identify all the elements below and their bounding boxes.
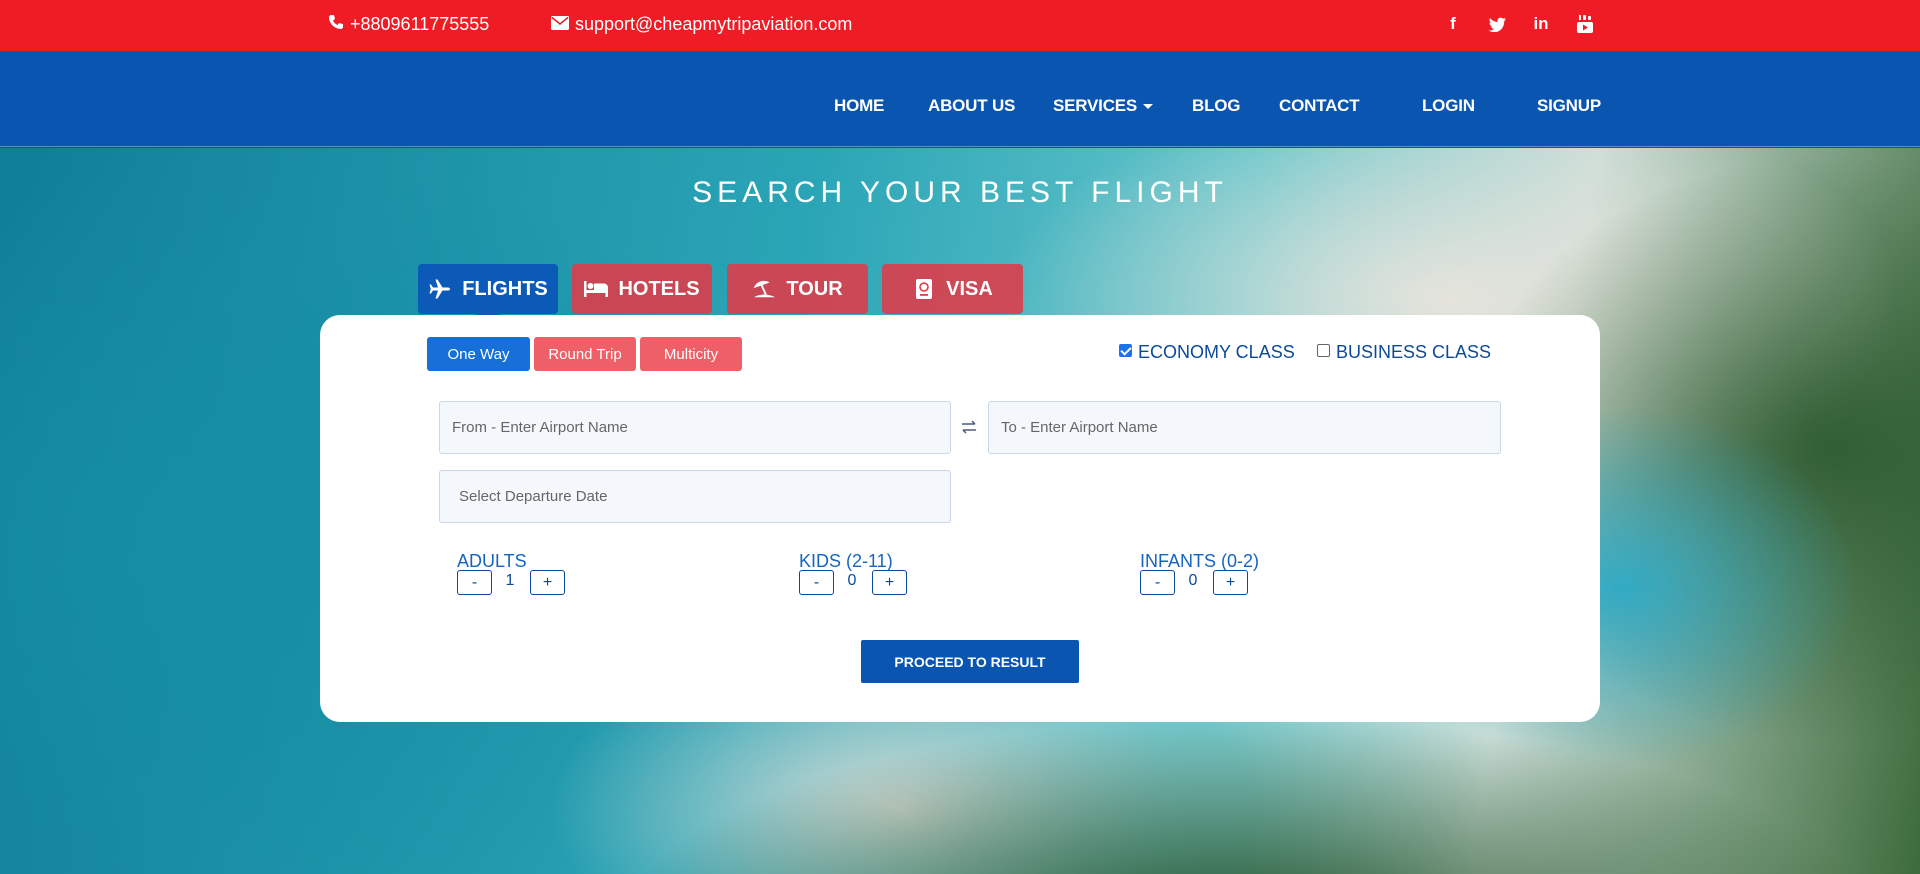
infants-increment-button[interactable]: + [1213, 570, 1248, 595]
flight-search-panel: One Way Round Trip Multicity ECONOMY CLA… [320, 315, 1600, 722]
hero-background: SEARCH YOUR BEST FLIGHT FLIGHTS HOTELS T… [0, 148, 1920, 874]
round-trip-button[interactable]: Round Trip [534, 337, 636, 371]
bed-icon [584, 279, 609, 299]
main-navbar: HOME ABOUT US SERVICES BLOG CONTACT LOGI… [0, 51, 1920, 147]
business-class-checkbox[interactable] [1317, 344, 1330, 357]
multicity-button[interactable]: Multicity [640, 337, 742, 371]
economy-class-option[interactable]: ECONOMY CLASS [1119, 342, 1295, 363]
passport-icon [912, 279, 936, 299]
kids-label: KIDS (2-11) [799, 551, 893, 571]
envelope-icon [551, 14, 569, 35]
adults-increment-button[interactable]: + [530, 570, 565, 595]
from-airport-input[interactable]: From - Enter Airport Name [439, 401, 951, 454]
hero-title: SEARCH YOUR BEST FLIGHT [692, 176, 1228, 209]
infants-count: 0 [1188, 572, 1198, 589]
business-class-label: BUSINESS CLASS [1336, 342, 1492, 362]
tab-hotels[interactable]: HOTELS [572, 264, 712, 314]
kids-decrement-button[interactable]: - [799, 570, 834, 595]
adults-label: ADULTS [457, 551, 527, 571]
email-contact[interactable]: support@cheapmytripaviation.com [551, 14, 852, 35]
twitter-icon[interactable] [1488, 14, 1506, 34]
business-class-option[interactable]: BUSINESS CLASS [1317, 342, 1491, 363]
departure-date-input[interactable]: Select Departure Date [439, 470, 951, 523]
proceed-to-result-button[interactable]: PROCEED TO RESULT [861, 640, 1079, 683]
tab-visa[interactable]: VISA [882, 264, 1023, 314]
phone-icon [328, 14, 344, 35]
adults-count: 1 [505, 572, 515, 589]
nav-login[interactable]: LOGIN [1422, 96, 1475, 116]
chevron-down-icon [1143, 104, 1154, 110]
facebook-icon[interactable]: f [1444, 14, 1462, 34]
top-contact-bar: +8809611775555 support@cheapmytripaviati… [0, 0, 1920, 51]
umbrella-beach-icon [752, 279, 776, 299]
economy-class-label: ECONOMY CLASS [1138, 342, 1295, 362]
youtube-icon[interactable] [1576, 14, 1594, 34]
infants-label: INFANTS (0-2) [1140, 551, 1260, 571]
nav-about-us[interactable]: ABOUT US [928, 96, 1015, 116]
kids-increment-button[interactable]: + [872, 570, 907, 595]
kids-count: 0 [847, 572, 857, 589]
nav-signup[interactable]: SIGNUP [1537, 96, 1601, 116]
economy-class-checkbox[interactable] [1119, 344, 1132, 357]
tab-tour-label: TOUR [786, 277, 843, 300]
nav-blog[interactable]: BLOG [1192, 96, 1241, 116]
tab-visa-label: VISA [946, 277, 993, 300]
phone-contact[interactable]: +8809611775555 [328, 14, 489, 35]
tab-flights-label: FLIGHTS [462, 277, 548, 300]
swap-icon[interactable] [960, 420, 978, 438]
email-address: support@cheapmytripaviation.com [575, 14, 853, 34]
adults-decrement-button[interactable]: - [457, 570, 492, 595]
social-links: f in [1444, 14, 1594, 34]
nav-services[interactable]: SERVICES [1053, 96, 1154, 116]
infants-decrement-button[interactable]: - [1140, 570, 1175, 595]
nav-home[interactable]: HOME [834, 96, 884, 116]
tab-hotels-label: HOTELS [618, 277, 700, 300]
plane-icon [428, 279, 452, 299]
nav-contact[interactable]: CONTACT [1279, 96, 1360, 116]
nav-services-label: SERVICES [1053, 96, 1138, 115]
to-airport-input[interactable]: To - Enter Airport Name [988, 401, 1501, 454]
phone-number: +8809611775555 [350, 14, 490, 34]
one-way-button[interactable]: One Way [427, 337, 530, 371]
linkedin-icon[interactable]: in [1532, 14, 1550, 34]
tab-tour[interactable]: TOUR [727, 264, 868, 314]
tab-flights[interactable]: FLIGHTS [418, 264, 558, 326]
